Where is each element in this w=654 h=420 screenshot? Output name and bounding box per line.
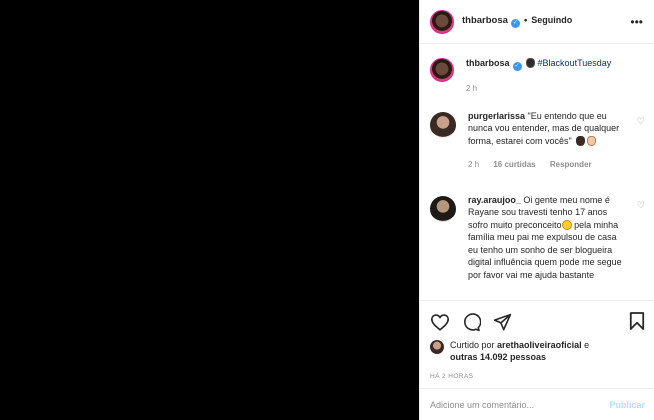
add-comment-bar: Publicar <box>420 388 654 420</box>
publish-button[interactable]: Publicar <box>609 400 645 410</box>
verified-icon: ✓ <box>510 19 520 28</box>
post-media[interactable] <box>0 0 419 420</box>
hashtag-link[interactable]: #BlackoutTuesday <box>538 58 612 68</box>
commenter-avatar[interactable] <box>430 111 456 138</box>
comment-meta: 2 h 16 curtidas Responder <box>468 159 628 172</box>
bookmark-icon[interactable] <box>629 311 645 331</box>
comment-heart-icon[interactable]: ♡ <box>637 116 645 127</box>
liked-others[interactable]: outras 14.092 pessoas <box>450 352 546 362</box>
separator: • <box>523 15 528 26</box>
comment-item: purgerlarissa "Eu entendo que eu nunca v… <box>430 110 645 172</box>
author-username[interactable]: thbarbosa <box>462 15 508 26</box>
heart-icon[interactable] <box>430 313 450 331</box>
comment-time[interactable]: 2 h <box>468 160 479 169</box>
sad-face-emoji-icon <box>561 219 572 230</box>
post-sidebar: thbarbosa ✓ • Seguindo ••• thbarbosa ✓ #Blac… <box>419 0 654 420</box>
comment-likes[interactable]: 16 curtidas <box>493 160 535 169</box>
author-avatar[interactable] <box>430 9 454 34</box>
post-timestamp[interactable]: HÁ 2 HORAS <box>430 373 645 380</box>
shield-emoji-icon <box>526 58 536 68</box>
commenter-avatar[interactable] <box>430 195 456 222</box>
more-horizontal-icon[interactable]: ••• <box>630 15 643 29</box>
comment-icon[interactable] <box>462 312 481 332</box>
likes-summary: Curtido por arethaoliveiraoficial e outr… <box>430 339 645 363</box>
reply-button[interactable]: Responder <box>550 160 592 169</box>
caption: thbarbosa ✓ #BlackoutTuesday 2 h <box>430 57 645 96</box>
comment-input[interactable] <box>430 399 600 410</box>
comment-item: ray.araujoo_ Oi gente meu nome é Rayane … <box>430 194 645 282</box>
caption-username[interactable]: thbarbosa <box>466 58 510 68</box>
caption-meta: 2 h <box>466 83 626 96</box>
share-icon[interactable] <box>493 313 512 332</box>
following-button[interactable]: Seguindo <box>531 15 572 25</box>
light-heart-emoji-icon <box>587 135 597 146</box>
comment-heart-icon[interactable]: ♡ <box>637 200 645 211</box>
liked-and: e <box>584 340 590 350</box>
comments-list[interactable]: thbarbosa ✓ #BlackoutTuesday 2 h purgerla… <box>420 45 654 300</box>
post-header: thbarbosa ✓ • Seguindo ••• <box>420 0 654 44</box>
caption-avatar[interactable] <box>430 58 454 82</box>
action-bar: Curtido por arethaoliveiraoficial e outr… <box>420 300 654 400</box>
comment-username[interactable]: ray.araujoo_ <box>468 195 521 205</box>
verified-icon: ✓ <box>512 62 522 71</box>
liked-prefix: Curtido por <box>450 340 495 350</box>
comment-username[interactable]: purgerlarissa <box>468 111 525 121</box>
dark-heart-emoji-icon <box>576 135 586 146</box>
caption-time[interactable]: 2 h <box>466 84 477 93</box>
liked-user[interactable]: arethaoliveiraoficial <box>497 340 582 350</box>
liker-avatar[interactable] <box>430 340 444 354</box>
